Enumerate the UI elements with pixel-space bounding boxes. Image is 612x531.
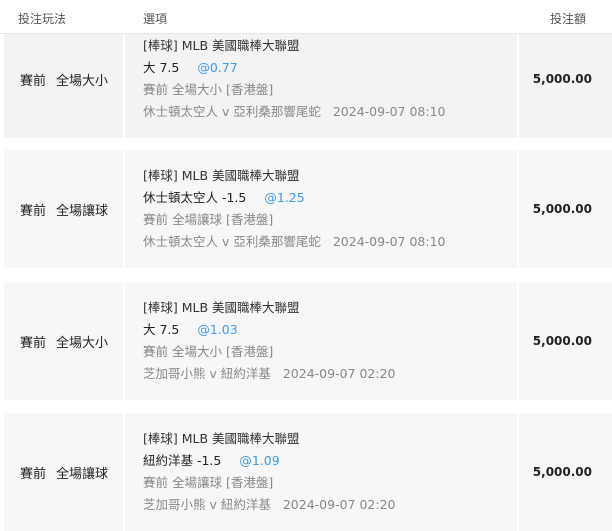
selection-text: 大 7.5 <box>143 322 180 337</box>
match-info: 休士頓太空人 v 亞利桑那響尾蛇 2024-09-07 08:10 <box>143 231 517 253</box>
bet-type-cell: 賽前 全場大小 <box>4 282 123 400</box>
bet-meta: 賽前 全場讓球 [香港盤] <box>143 212 274 227</box>
bet-meta: 賽前 全場大小 [香港盤] <box>143 344 274 359</box>
selection-text: 休士頓太空人 -1.5 <box>143 190 247 205</box>
odds-value: @1.03 <box>197 322 238 337</box>
header-option: 選項 <box>143 12 168 26</box>
league-name: [棒球] MLB 美國職棒大聯盟 <box>143 431 300 446</box>
odds-value: @0.77 <box>197 60 238 75</box>
bet-phase: 賽前 <box>20 203 47 219</box>
odds-value: @1.09 <box>239 453 280 468</box>
bet-meta: 賽前 全場讓球 [香港盤] <box>143 475 274 490</box>
match-time: 2024-09-07 02:20 <box>282 497 396 512</box>
bet-type-cell: 賽前 全場讓球 <box>4 150 123 268</box>
bet-market: 全場大小 <box>56 73 109 89</box>
header-bet-type: 投注玩法 <box>18 12 67 26</box>
bet-amount-cell: 5,000.00 <box>519 282 612 400</box>
bet-selection: 休士頓太空人 -1.5 @1.25 <box>143 187 517 209</box>
league-name: [棒球] MLB 美國職棒大聯盟 <box>143 300 300 315</box>
bet-meta: 賽前 全場大小 [香港盤] <box>143 82 274 97</box>
bet-phase: 賽前 <box>20 73 47 89</box>
match-info: 休士頓太空人 v 亞利桑那響尾蛇 2024-09-07 08:10 <box>143 101 517 123</box>
table-header: 投注玩法 選項 投注額 <box>0 0 612 34</box>
header-amount: 投注額 <box>549 12 586 26</box>
match-time: 2024-09-07 02:20 <box>282 366 396 381</box>
bet-market: 全場讓球 <box>56 203 109 219</box>
selection-text: 大 7.5 <box>143 60 180 75</box>
table-row[interactable]: 賽前 全場讓球 [棒球] MLB 美國職棒大聯盟 休士頓太空人 -1.5 @1.2… <box>0 150 612 268</box>
selection-text: 紐約洋基 -1.5 <box>143 453 222 468</box>
bet-amount-cell: 5,000.00 <box>519 150 612 268</box>
match-info: 芝加哥小熊 v 紐約洋基 2024-09-07 02:20 <box>143 363 517 385</box>
bet-option-cell: [棒球] MLB 美國職棒大聯盟 大 7.5 @1.03 賽前 全場大小 [香港盤… <box>125 282 517 400</box>
bet-selection: 大 7.5 @1.03 <box>143 319 517 341</box>
table-row[interactable]: 賽前 全場大小 [棒球] MLB 美國職棒大聯盟 大 7.5 @1.03 賽前 全… <box>0 282 612 400</box>
bet-type-cell: 賽前 全場讓球 <box>4 413 123 531</box>
bet-selection: 紐約洋基 -1.5 @1.09 <box>143 450 517 472</box>
match-teams: 芝加哥小熊 v 紐約洋基 <box>143 497 271 512</box>
match-teams: 休士頓太空人 v 亞利桑那響尾蛇 <box>143 234 321 249</box>
bet-selection: 大 7.5 @0.77 <box>143 57 517 79</box>
table-row[interactable]: 賽前 全場讓球 [棒球] MLB 美國職棒大聯盟 紐約洋基 -1.5 @1.09 … <box>0 413 612 531</box>
match-teams: 芝加哥小熊 v 紐約洋基 <box>143 366 271 381</box>
bet-slip-table: 投注玩法 選項 投注額 賽前 全場大小 [棒球] MLB 美國職棒大聯盟 大 7… <box>0 0 612 531</box>
league-name: [棒球] MLB 美國職棒大聯盟 <box>143 38 300 53</box>
bet-option-cell: [棒球] MLB 美國職棒大聯盟 紐約洋基 -1.5 @1.09 賽前 全場讓球 … <box>125 413 517 531</box>
table-row[interactable]: 賽前 全場大小 [棒球] MLB 美國職棒大聯盟 大 7.5 @0.77 賽前 全… <box>0 20 612 138</box>
odds-value: @1.25 <box>264 190 305 205</box>
match-info: 芝加哥小熊 v 紐約洋基 2024-09-07 02:20 <box>143 494 517 516</box>
bet-amount-cell: 5,000.00 <box>519 20 612 138</box>
bet-market: 全場大小 <box>56 335 109 351</box>
bet-amount-cell: 5,000.00 <box>519 413 612 531</box>
bet-type-cell: 賽前 全場大小 <box>4 20 123 138</box>
bet-phase: 賽前 <box>20 466 47 482</box>
bet-option-cell: [棒球] MLB 美國職棒大聯盟 大 7.5 @0.77 賽前 全場大小 [香港盤… <box>125 20 517 138</box>
match-time: 2024-09-07 08:10 <box>332 104 446 119</box>
bet-phase: 賽前 <box>20 335 47 351</box>
bet-option-cell: [棒球] MLB 美國職棒大聯盟 休士頓太空人 -1.5 @1.25 賽前 全場讓… <box>125 150 517 268</box>
league-name: [棒球] MLB 美國職棒大聯盟 <box>143 168 300 183</box>
bet-market: 全場讓球 <box>56 466 109 482</box>
match-time: 2024-09-07 08:10 <box>332 234 446 249</box>
match-teams: 休士頓太空人 v 亞利桑那響尾蛇 <box>143 104 321 119</box>
